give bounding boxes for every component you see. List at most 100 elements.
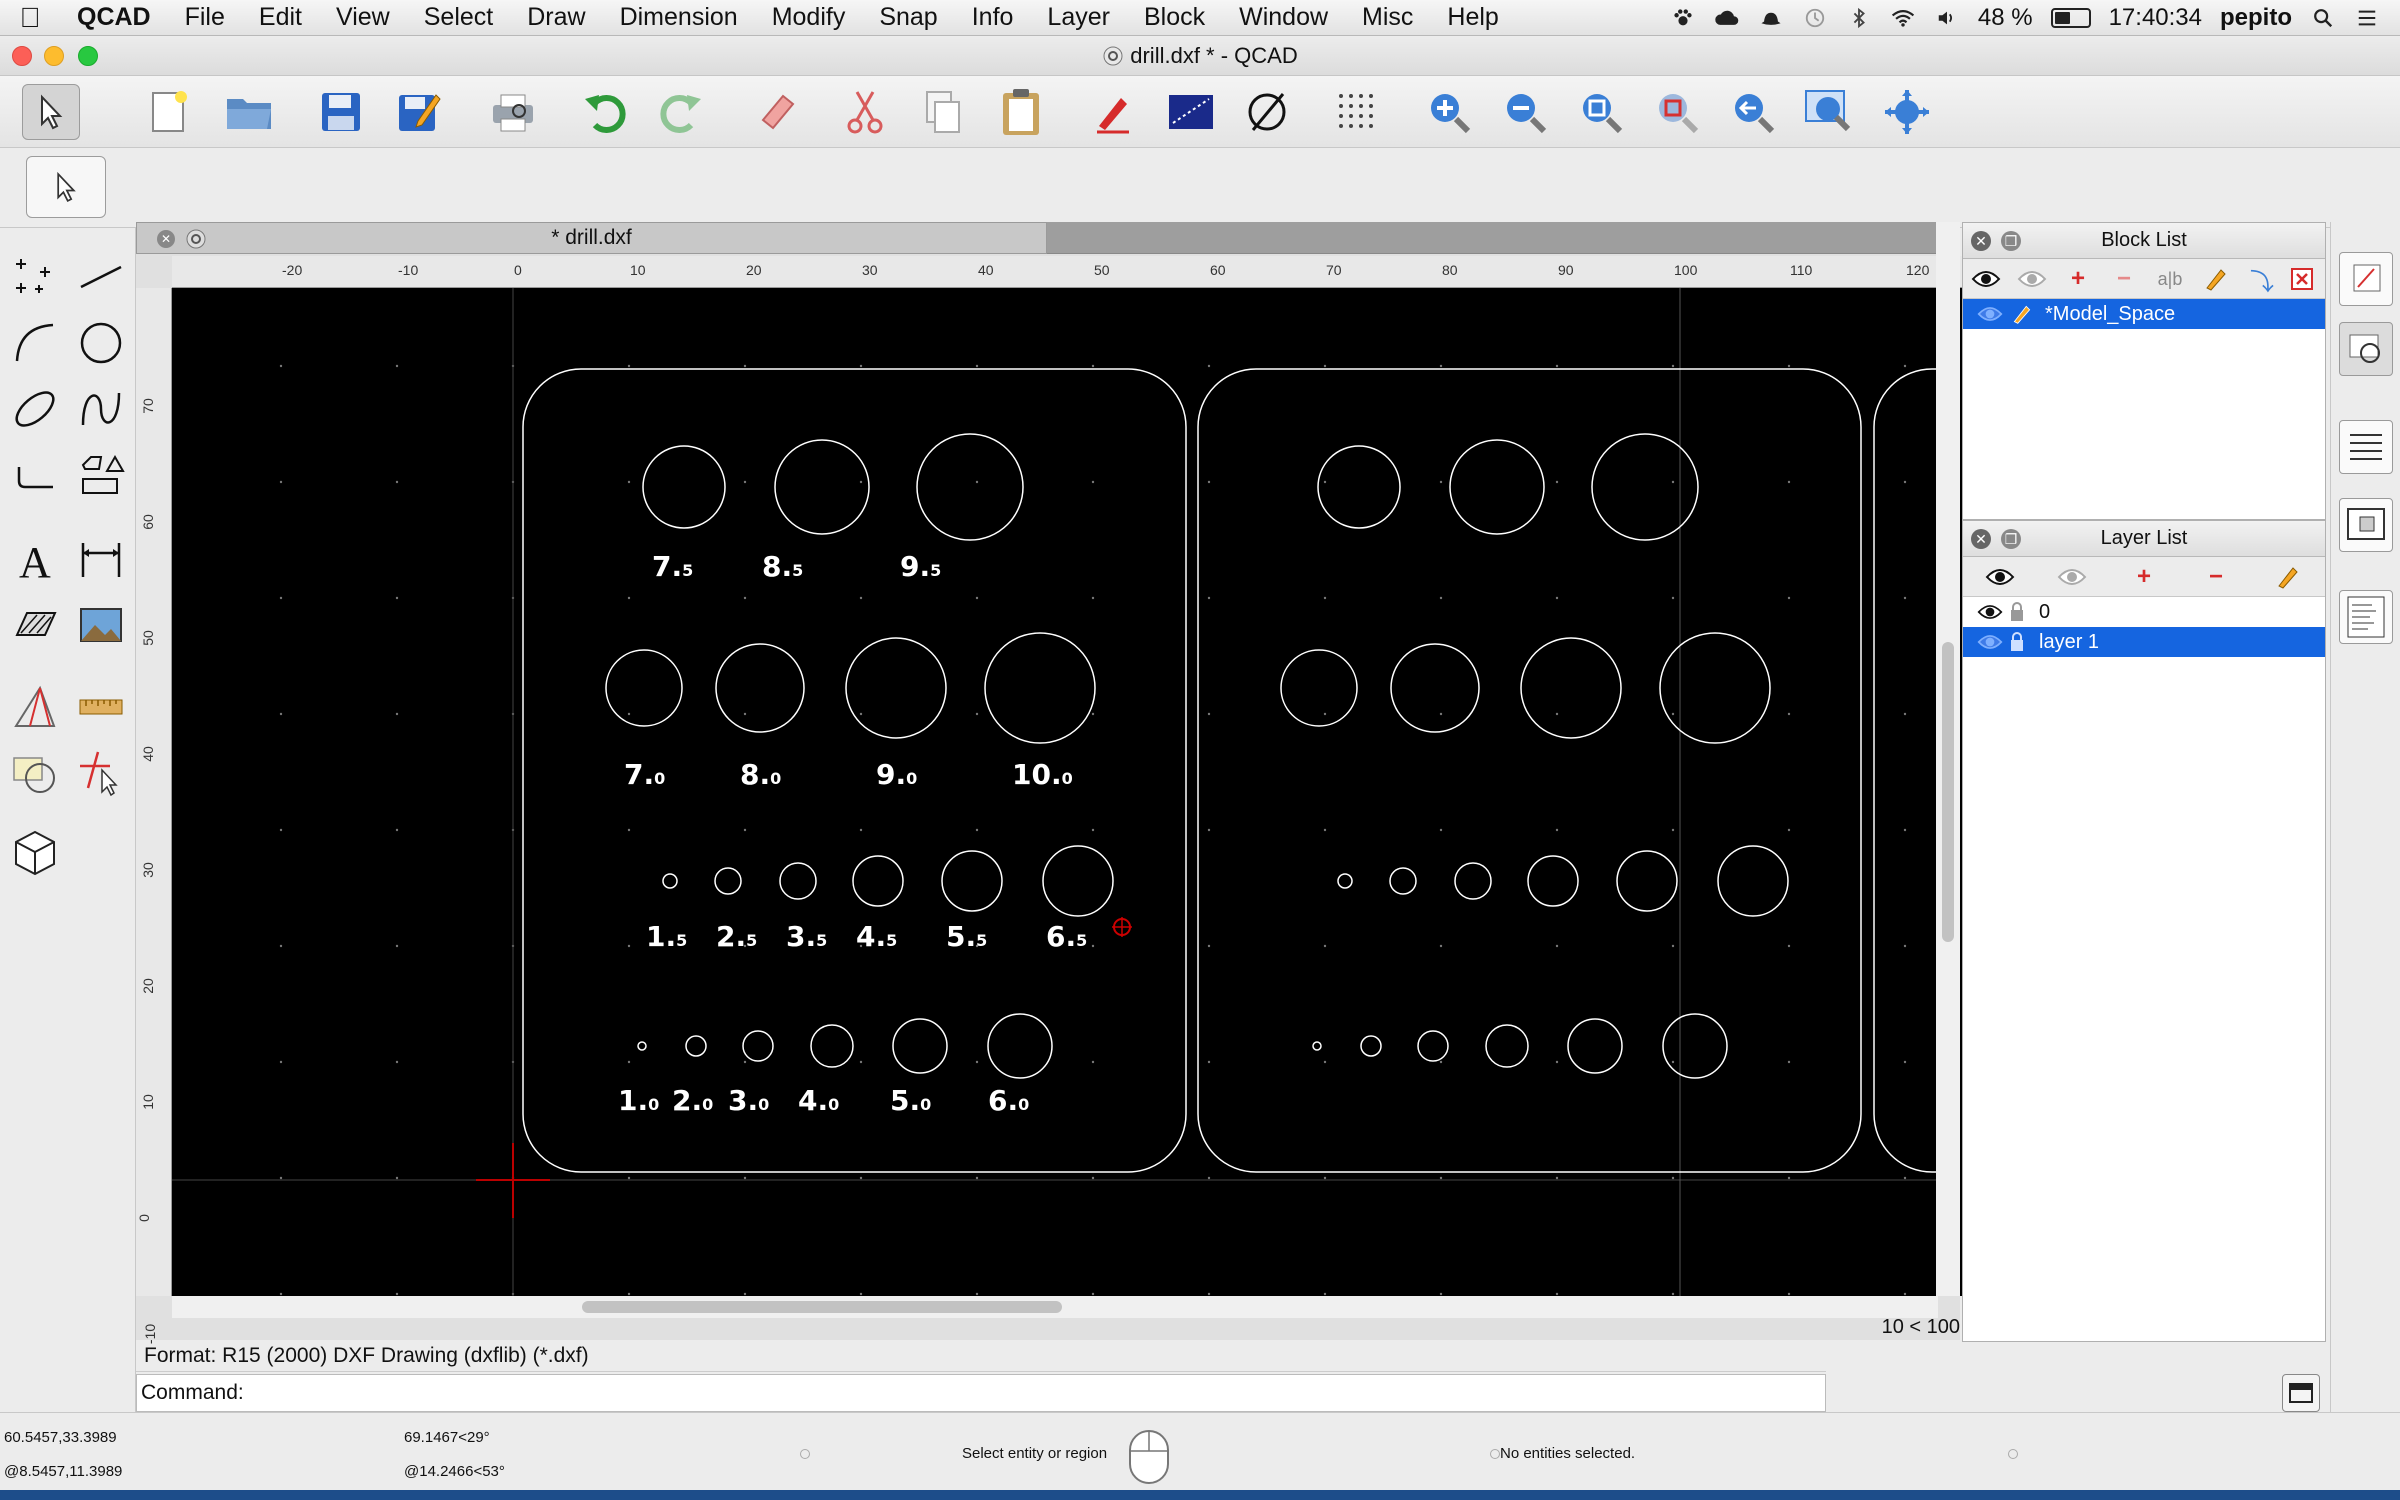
eye-icon[interactable] (1977, 603, 2003, 621)
zoom-window-button[interactable] (78, 46, 98, 66)
redo-button[interactable] (652, 84, 710, 140)
hat-icon[interactable] (1758, 7, 1784, 29)
add-block-icon[interactable]: + (2061, 263, 2095, 295)
select-entity-button[interactable] (26, 156, 106, 218)
layer-row-0[interactable]: 0 (1963, 597, 2325, 627)
zoom-in-button[interactable] (1420, 84, 1478, 140)
pen-button[interactable] (1084, 84, 1142, 140)
property-editor-dock-button[interactable] (2339, 420, 2393, 474)
drawing-preferences-button[interactable] (1162, 84, 1220, 140)
select-tool[interactable] (70, 742, 132, 804)
copy-button[interactable] (914, 84, 972, 140)
close-panel-icon[interactable]: ✕ (1971, 529, 1991, 549)
delete-button[interactable] (748, 84, 806, 140)
layer-list-dock-button[interactable] (2339, 322, 2393, 376)
image-tool[interactable] (70, 594, 132, 656)
menu-view[interactable]: View (319, 3, 407, 32)
zoom-previous-button[interactable] (1724, 84, 1782, 140)
command-history-button[interactable] (2282, 1374, 2320, 1412)
construction-tool[interactable] (4, 676, 66, 738)
points-tool[interactable] (4, 246, 66, 308)
pencil-icon[interactable] (2011, 303, 2033, 325)
insert-block-icon[interactable]: ⤵ (2245, 263, 2279, 296)
edit-layer-icon[interactable] (2271, 561, 2305, 593)
apple-icon[interactable]:  (0, 2, 60, 34)
menu-window[interactable]: Window (1222, 3, 1345, 32)
close-tab-icon[interactable]: ✕ (157, 230, 175, 248)
menu-draw[interactable]: Draw (510, 3, 602, 32)
rename-block-icon[interactable]: a|b (2153, 263, 2187, 295)
zoom-out-button[interactable] (1496, 84, 1554, 140)
block-row-model-space[interactable]: *Model_Space (1963, 299, 2325, 329)
open-file-button[interactable] (220, 84, 278, 140)
show-all-layers-icon[interactable] (1983, 561, 2017, 593)
save-as-button[interactable] (390, 84, 448, 140)
hide-all-blocks-icon[interactable] (2015, 263, 2049, 295)
undo-button[interactable] (576, 84, 634, 140)
float-panel-icon[interactable]: ❐ (2001, 529, 2021, 549)
bluetooth-icon[interactable] (1846, 7, 1872, 29)
show-all-blocks-icon[interactable] (1969, 263, 2003, 295)
battery-icon[interactable] (2050, 7, 2091, 28)
menu-help[interactable]: Help (1430, 3, 1515, 32)
print-preview-button[interactable] (484, 84, 542, 140)
eye-icon[interactable] (1977, 633, 2003, 651)
measure-tool[interactable] (70, 676, 132, 738)
text-tool[interactable]: A (4, 528, 66, 590)
close-panel-icon[interactable]: ✕ (1971, 231, 1991, 251)
cloud-icon[interactable] (1714, 7, 1740, 29)
window-zoom-button[interactable] (1800, 84, 1858, 140)
add-layer-icon[interactable]: + (2127, 561, 2161, 593)
line-tool[interactable] (70, 246, 132, 308)
menu-modify[interactable]: Modify (755, 3, 863, 32)
remove-layer-icon[interactable]: − (2199, 561, 2233, 593)
horizontal-scrollbar[interactable] (172, 1296, 1938, 1318)
pan-zoom-button[interactable] (1878, 84, 1936, 140)
layer-row-layer-1[interactable]: layer 1 (1963, 627, 2325, 657)
modify-tool[interactable] (4, 742, 66, 804)
menu-info[interactable]: Info (955, 3, 1031, 32)
command-input[interactable] (243, 1380, 1825, 1406)
paw-icon[interactable] (1670, 7, 1696, 29)
auto-zoom-button[interactable] (1572, 84, 1630, 140)
float-panel-icon[interactable]: ❐ (2001, 231, 2021, 251)
lock-icon[interactable] (2009, 602, 2025, 622)
shapes-tool[interactable] (70, 444, 132, 506)
cut-button[interactable] (836, 84, 894, 140)
document-tab[interactable]: ✕ * drill.dxf (136, 222, 1047, 254)
new-file-button[interactable] (140, 84, 198, 140)
notification-center-icon[interactable] (2354, 7, 2380, 29)
clock[interactable]: 17:40:34 (2109, 4, 2202, 32)
menu-select[interactable]: Select (407, 3, 510, 32)
lock-icon[interactable] (2009, 632, 2025, 652)
menu-layer[interactable]: Layer (1030, 3, 1127, 32)
select-pointer-button[interactable] (22, 84, 80, 140)
minimize-window-button[interactable] (44, 46, 64, 66)
horizontal-scroll-thumb[interactable] (582, 1301, 1062, 1313)
menu-misc[interactable]: Misc (1345, 3, 1430, 32)
drawing-canvas[interactable]: 7.5 8.5 9.5 7.0 8.0 9.0 10.0 1.5 2.5 3.5… (172, 288, 1972, 1296)
menu-file[interactable]: File (168, 3, 242, 32)
draw-order-button[interactable] (1238, 84, 1296, 140)
arc-tool[interactable] (4, 312, 66, 374)
command-history-dock-button[interactable] (2339, 590, 2393, 644)
grid-toggle-button[interactable] (1328, 84, 1386, 140)
time-machine-icon[interactable] (1802, 7, 1828, 29)
spline-tool[interactable] (70, 378, 132, 440)
edit-block-icon[interactable] (2199, 263, 2233, 295)
menu-block[interactable]: Block (1127, 3, 1222, 32)
spotlight-icon[interactable] (2310, 7, 2336, 29)
menu-edit[interactable]: Edit (242, 3, 319, 32)
circle-tool[interactable] (70, 312, 132, 374)
remove-block-icon[interactable]: − (2107, 263, 2141, 295)
3d-tool[interactable] (4, 822, 66, 884)
user-name[interactable]: pepito (2220, 4, 2292, 32)
polyline-tool[interactable] (4, 444, 66, 506)
menu-snap[interactable]: Snap (862, 3, 954, 32)
close-window-button[interactable] (12, 46, 32, 66)
menu-dimension[interactable]: Dimension (603, 3, 755, 32)
paste-button[interactable] (992, 84, 1050, 140)
hatch-tool[interactable] (4, 594, 66, 656)
hide-all-layers-icon[interactable] (2055, 561, 2089, 593)
eye-icon[interactable] (1977, 305, 2003, 323)
